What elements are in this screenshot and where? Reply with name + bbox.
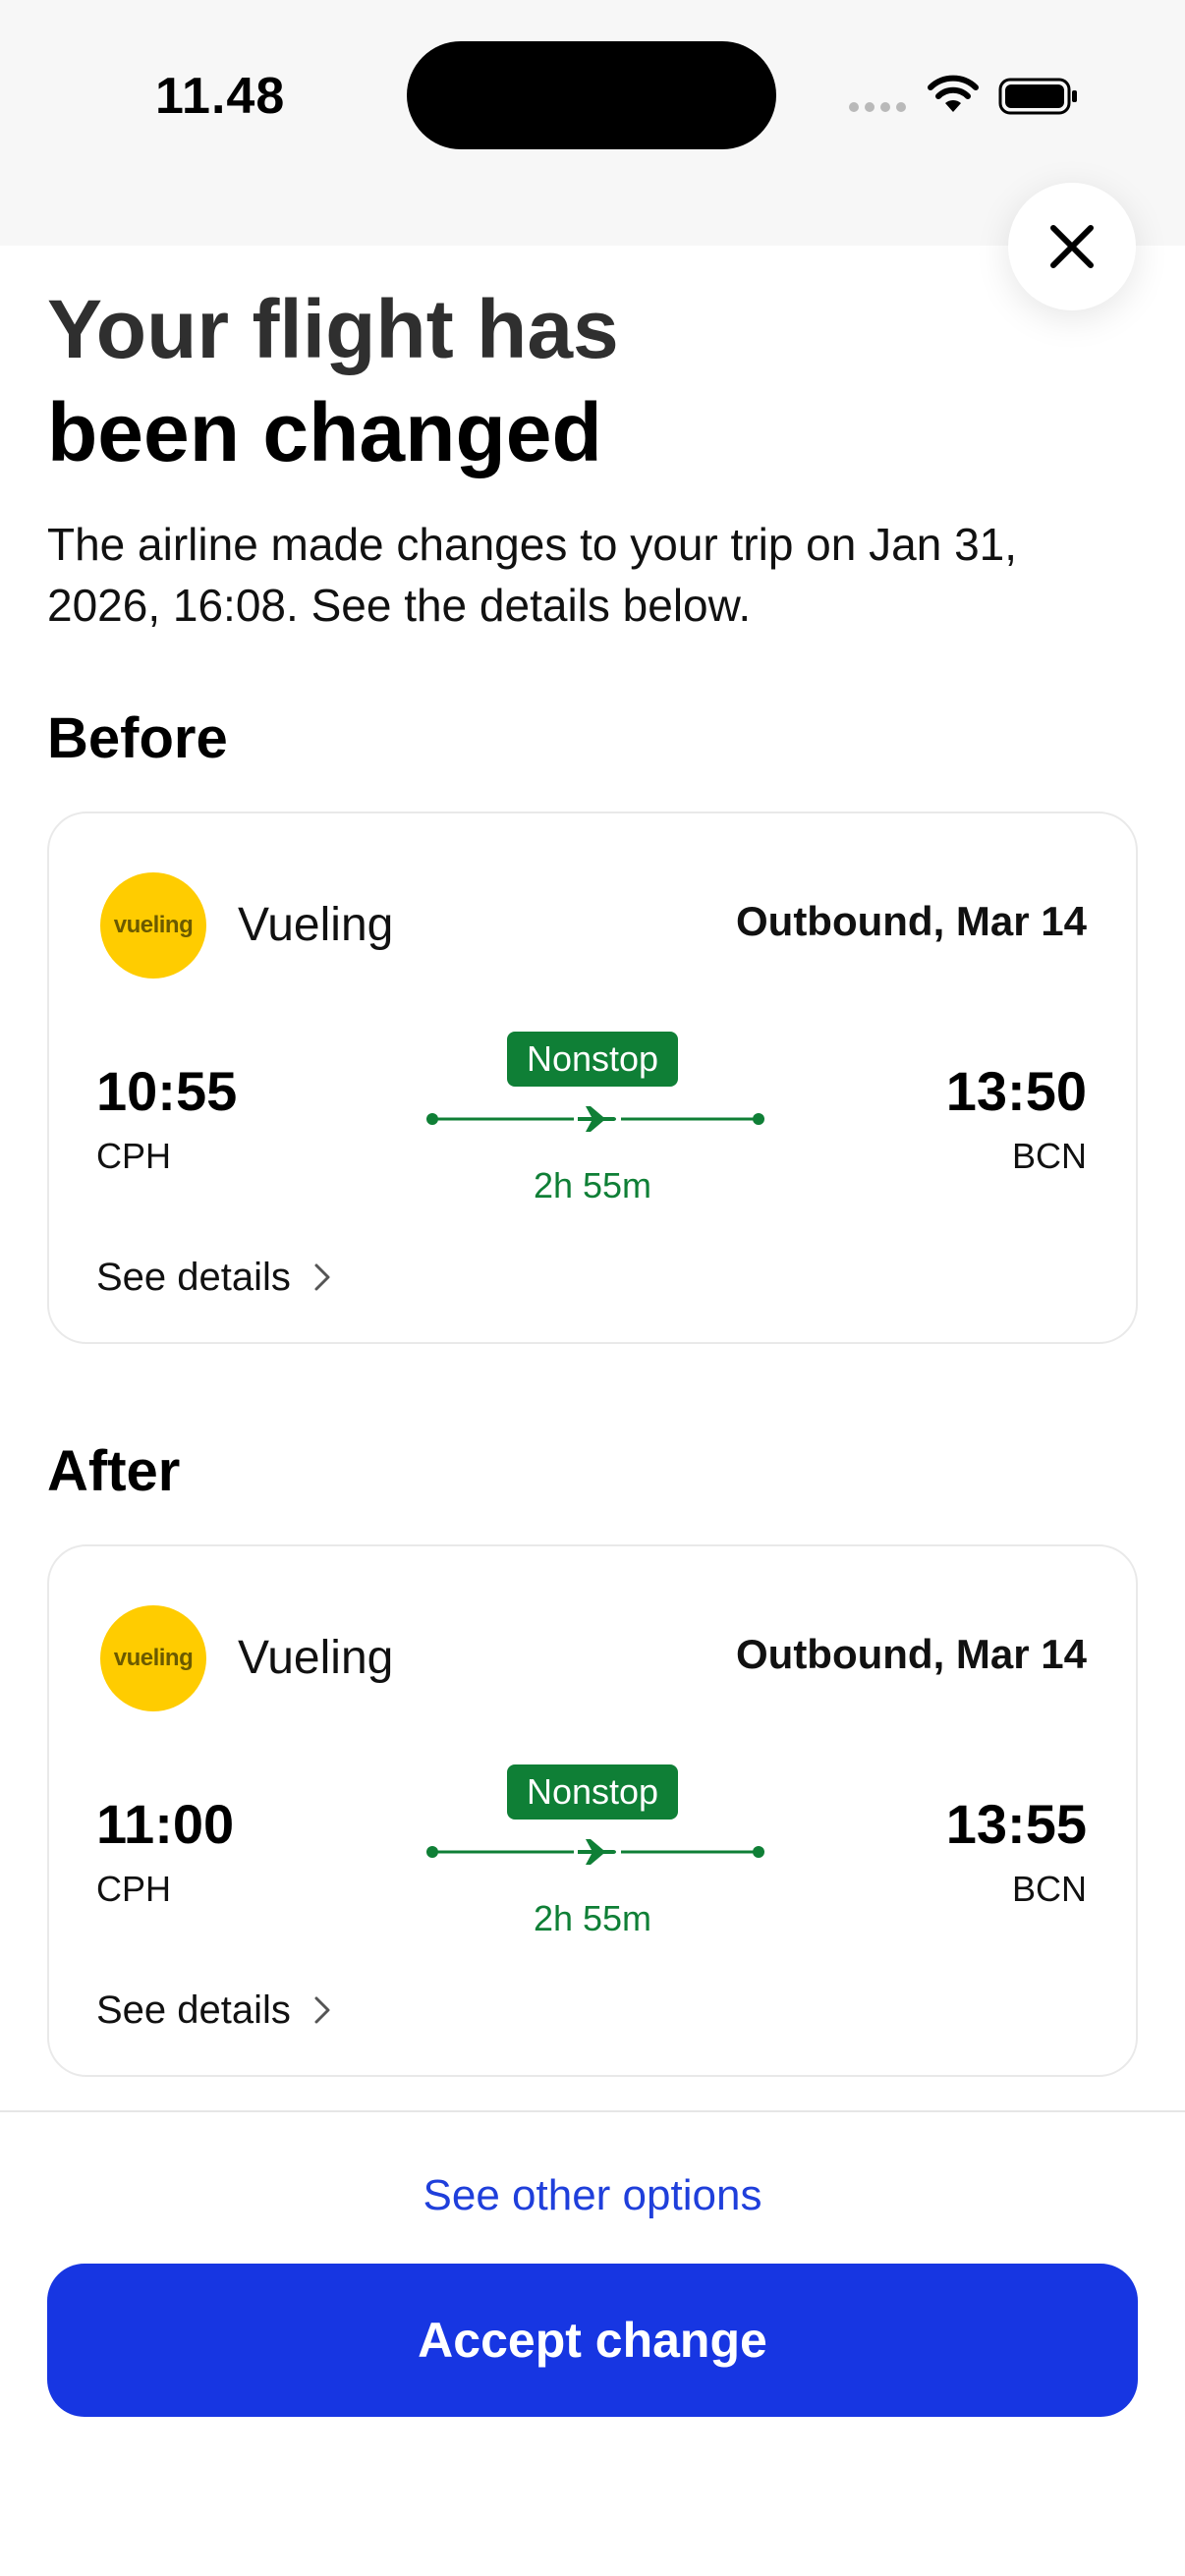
wifi-icon	[928, 75, 979, 112]
page-title-line2: been changed	[47, 386, 602, 478]
plane-icon	[574, 1106, 621, 1132]
dynamic-island	[407, 41, 776, 149]
see-other-options-link[interactable]: See other options	[0, 2171, 1185, 2220]
leg-date: Outbound, Mar 14	[736, 1631, 1087, 1677]
vueling-logo: vueling	[100, 872, 206, 979]
battery-icon	[998, 78, 1077, 115]
see-details-link[interactable]: See details	[96, 1983, 332, 2038]
close-button[interactable]	[1008, 183, 1136, 310]
vueling-logo-text: vueling	[113, 912, 194, 938]
arrival-time: 13:50	[945, 1060, 1087, 1122]
arrival-airport: BCN	[1011, 1869, 1087, 1909]
accept-change-button[interactable]: Accept change	[47, 2264, 1138, 2417]
departure-time: 10:55	[96, 1060, 238, 1122]
page-title-line1: Your flight has	[47, 283, 619, 375]
route-line	[426, 1106, 764, 1132]
footer-divider	[0, 2110, 1185, 2112]
flight-change-screen: 11.48 Your flight has been changed The a…	[0, 0, 1185, 2576]
cellular-signal-icon	[849, 102, 906, 112]
after-heading: After	[47, 1439, 181, 1503]
flight-duration: 2h 55m	[533, 1165, 652, 1205]
stops-badge: Nonstop	[507, 1764, 678, 1820]
before-heading: Before	[47, 706, 228, 770]
after-flight-card: vueling Vueling Outbound, Mar 14 11:00 C…	[47, 1544, 1138, 2077]
see-details-label: See details	[96, 1255, 291, 1299]
departure-airport: CPH	[96, 1869, 172, 1909]
chevron-right-icon	[314, 1263, 330, 1291]
chevron-right-icon	[314, 1996, 330, 2024]
arrival-time: 13:55	[945, 1793, 1087, 1855]
plane-icon	[574, 1839, 621, 1865]
departure-time: 11:00	[96, 1793, 235, 1855]
status-time: 11.48	[155, 68, 286, 125]
departure-airport: CPH	[96, 1136, 172, 1176]
leg-date: Outbound, Mar 14	[736, 898, 1087, 944]
vueling-logo-text: vueling	[113, 1645, 194, 1671]
arrival-airport: BCN	[1011, 1136, 1087, 1176]
airline-name: Vueling	[238, 899, 394, 951]
page-subtitle: The airline made changes to your trip on…	[47, 519, 1018, 631]
close-icon	[1050, 225, 1094, 268]
see-details-label: See details	[96, 1988, 291, 2032]
stops-badge: Nonstop	[507, 1032, 678, 1087]
status-bar: 11.48	[0, 0, 1185, 246]
airline-name: Vueling	[238, 1632, 394, 1684]
flight-duration: 2h 55m	[533, 1898, 652, 1938]
see-details-link[interactable]: See details	[96, 1250, 332, 1305]
vueling-logo: vueling	[100, 1605, 206, 1711]
before-flight-card: vueling Vueling Outbound, Mar 14 10:55 C…	[47, 812, 1138, 1344]
route-line	[426, 1839, 764, 1865]
